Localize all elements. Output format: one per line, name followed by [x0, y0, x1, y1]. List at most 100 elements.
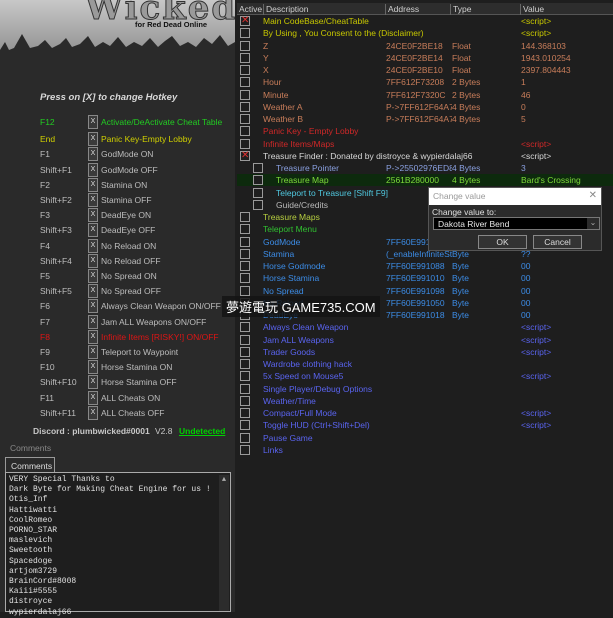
table-row[interactable]: Trader Goods <script>	[237, 346, 613, 358]
table-row[interactable]: Weather B P->7FF612F64A78 4 Bytes 5	[237, 113, 613, 125]
header-type[interactable]: Type	[450, 4, 471, 15]
row-value[interactable]: 3	[521, 163, 526, 173]
change-hotkey-button[interactable]: X	[88, 208, 98, 223]
row-value[interactable]: 1943.010254	[521, 53, 571, 63]
change-hotkey-button[interactable]: X	[88, 299, 98, 314]
row-value[interactable]: 00	[521, 286, 530, 296]
table-row[interactable]: Minute 7FF612F7320C 2 Bytes 46	[237, 89, 613, 101]
table-row[interactable]: Weather/Time	[237, 395, 613, 407]
scroll-up-icon[interactable]: ▲	[219, 475, 229, 485]
active-checkbox[interactable]	[240, 444, 250, 455]
active-checkbox[interactable]	[240, 334, 250, 345]
ok-button[interactable]: OK	[478, 235, 527, 249]
table-row[interactable]: Compact/Full Mode <script>	[237, 407, 613, 419]
active-checkbox[interactable]	[240, 65, 250, 75]
status-link[interactable]: Undetected	[179, 426, 225, 436]
change-hotkey-button[interactable]: X	[88, 132, 98, 147]
active-checkbox[interactable]	[240, 212, 250, 222]
active-checkbox[interactable]	[240, 248, 250, 259]
active-checkbox[interactable]	[240, 28, 250, 39]
header-active[interactable]: Active	[237, 4, 262, 15]
change-hotkey-button[interactable]: X	[88, 345, 98, 359]
table-row[interactable]: Hour 7FF612F73208 2 Bytes 1	[237, 76, 613, 88]
change-hotkey-button[interactable]: X	[88, 193, 98, 207]
table-row[interactable]: Treasure Map 2561B280000 4 Bytes Bard's …	[237, 174, 613, 187]
active-checkbox[interactable]	[240, 114, 250, 124]
row-value[interactable]: <script>	[521, 151, 551, 161]
change-hotkey-button[interactable]: X	[88, 360, 98, 375]
header-value[interactable]: Value	[520, 4, 544, 15]
row-value[interactable]: 00	[521, 273, 530, 283]
table-row[interactable]: Treasure Pointer P->25502976ED8 4 Bytes …	[237, 162, 613, 174]
active-checkbox[interactable]	[240, 77, 250, 88]
active-checkbox[interactable]	[253, 187, 263, 198]
table-row[interactable]: No Spread 7FF60E991098 Byte 00	[237, 285, 613, 297]
table-row[interactable]: 5x Speed on Mouse5 <script>	[237, 370, 613, 382]
row-value[interactable]: <script>	[521, 16, 551, 26]
tab-comments[interactable]: Comments	[5, 457, 55, 473]
table-row[interactable]: Always Clean Weapon <script>	[237, 321, 613, 333]
row-value[interactable]: 2397.804443	[521, 65, 571, 75]
active-checkbox[interactable]	[240, 420, 250, 431]
change-hotkey-button[interactable]: X	[88, 375, 98, 390]
cancel-button[interactable]: Cancel	[533, 235, 582, 249]
row-value[interactable]: <script>	[521, 347, 551, 357]
table-row[interactable]: Jam ALL Weapons <script>	[237, 334, 613, 346]
active-checkbox[interactable]	[240, 236, 250, 247]
change-hotkey-button[interactable]: X	[88, 238, 98, 253]
chevron-down-icon[interactable]: ⌄	[587, 218, 599, 229]
table-row[interactable]: Single Player/Debug Options	[237, 383, 613, 395]
active-checkbox[interactable]	[240, 126, 250, 137]
table-row[interactable]: Toggle HUD (Ctrl+Shift+Del) <script>	[237, 419, 613, 431]
change-hotkey-button[interactable]: X	[88, 162, 98, 177]
active-checkbox[interactable]	[240, 383, 250, 394]
table-row[interactable]: Horse Godmode 7FF60E991088 Byte 00	[237, 260, 613, 272]
active-checkbox[interactable]	[240, 261, 250, 271]
row-value[interactable]: 5	[521, 114, 526, 124]
active-checkbox[interactable]	[240, 432, 250, 443]
change-hotkey-button[interactable]: X	[88, 253, 98, 268]
header-address[interactable]: Address	[385, 4, 419, 15]
change-hotkey-button[interactable]: X	[88, 314, 98, 329]
row-value[interactable]: <script>	[521, 322, 551, 332]
active-checkbox[interactable]	[240, 89, 250, 100]
row-value[interactable]: 00	[521, 310, 530, 320]
table-row[interactable]: Treasure Finder : Donated by distroyce &…	[237, 150, 613, 162]
active-checkbox[interactable]	[240, 322, 250, 333]
change-hotkey-button[interactable]: X	[88, 147, 98, 162]
row-value[interactable]: 00	[521, 261, 530, 271]
row-value[interactable]: 1	[521, 77, 526, 87]
active-checkbox[interactable]	[240, 346, 250, 357]
row-value[interactable]: <script>	[521, 28, 551, 38]
change-hotkey-button[interactable]: X	[88, 269, 98, 283]
active-checkbox[interactable]	[240, 224, 250, 235]
close-icon[interactable]: ✕	[589, 190, 597, 201]
active-checkbox[interactable]	[240, 371, 250, 382]
header-description[interactable]: Description	[263, 4, 309, 15]
table-row[interactable]: Z 24CE0F2BE18 Float 144.368103	[237, 40, 613, 52]
row-value[interactable]: <script>	[521, 335, 551, 345]
row-value[interactable]: <script>	[521, 371, 551, 381]
active-checkbox[interactable]	[253, 199, 263, 210]
comments-textarea[interactable]: VERY Special Thanks to Dark Byte for Mak…	[5, 472, 231, 617]
active-checkbox[interactable]	[240, 101, 250, 112]
table-row[interactable]: By Using , You Consent to the (Disclaime…	[237, 27, 613, 39]
table-row[interactable]: Pause Game	[237, 432, 613, 444]
change-hotkey-button[interactable]: X	[88, 223, 98, 238]
table-row[interactable]: Infinite Items/Maps <script>	[237, 138, 613, 150]
active-checkbox[interactable]	[240, 138, 250, 149]
row-value[interactable]: 0	[521, 102, 526, 112]
table-row[interactable]: Weather A P->7FF612F64A74 4 Bytes 0	[237, 101, 613, 113]
active-checkbox[interactable]	[240, 408, 250, 418]
change-hotkey-button[interactable]: X	[88, 329, 98, 344]
row-value[interactable]: 46	[521, 90, 530, 100]
active-checkbox[interactable]	[240, 15, 250, 26]
active-checkbox[interactable]	[240, 395, 250, 406]
change-hotkey-button[interactable]: X	[88, 115, 98, 129]
active-checkbox[interactable]	[240, 273, 250, 284]
active-checkbox[interactable]	[253, 163, 263, 173]
row-value[interactable]: Bard's Crossing	[521, 175, 581, 185]
value-select[interactable]: Dakota River Bend ⌄	[433, 217, 600, 230]
row-value[interactable]: 00	[521, 298, 530, 308]
change-hotkey-button[interactable]: X	[88, 284, 98, 299]
